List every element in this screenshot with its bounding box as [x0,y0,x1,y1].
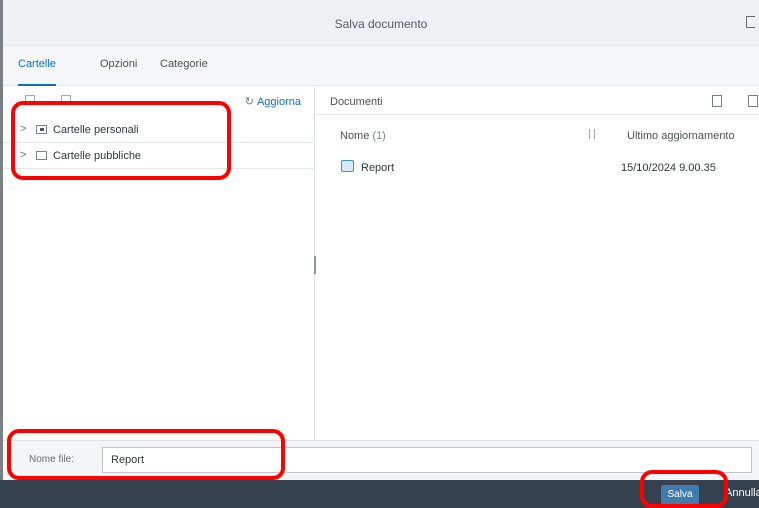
cancel-button[interactable]: Annulla [725,487,759,499]
column-resize-icon[interactable] [589,129,595,139]
filename-bar: Nome file: [3,440,759,480]
report-doc-icon [341,160,354,172]
tab-bar: Cartelle Opzioni Categorie [3,46,759,86]
chevron-right-icon[interactable]: > [20,123,26,135]
chevron-right-icon[interactable]: > [20,149,26,161]
folders-toolbar: ↻ Aggiorna [3,87,315,115]
documents-pane: Documenti Nome (1) Ultimo aggiornamento … [316,87,759,440]
column-name-count: (1) [372,130,386,142]
resize-icon[interactable] [746,16,755,28]
tree-item-label: Cartelle personali [53,124,139,136]
dialog-title: Salva documento [334,17,428,31]
delete-icon[interactable] [61,95,71,105]
column-last-updated[interactable]: Ultimo aggiornamento [627,130,735,142]
tab-opzioni[interactable]: Opzioni [100,58,137,86]
folder-personal-icon [36,125,47,134]
refresh-icon: ↻ [244,96,254,108]
save-button[interactable]: Salva [661,485,699,504]
tree-item-public-folders[interactable]: > Cartelle pubbliche [3,143,315,169]
dialog-titlebar: Salva documento [3,0,759,46]
tree-item-personal-folders[interactable]: > Cartelle personali [3,117,315,143]
document-date: 15/10/2024 9.00.35 [621,162,716,174]
tab-categorie[interactable]: Categorie [160,58,208,86]
column-name-label: Nome [340,130,370,142]
document-search-icon[interactable] [712,95,722,107]
tree-item-label: Cartelle pubbliche [53,150,142,162]
folders-pane: ↻ Aggiorna > Cartelle personali > Cartell… [3,87,315,440]
documents-column-header: Nome (1) Ultimo aggiornamento [316,123,759,147]
dialog-footer: Salva Annulla [0,480,759,508]
list-view-icon[interactable] [748,95,758,107]
tab-cartelle[interactable]: Cartelle [18,58,56,86]
documents-header: Documenti [316,87,759,115]
documents-title: Documenti [330,96,383,108]
document-row[interactable]: Report 15/10/2024 9.00.35 [316,153,759,177]
filename-label: Nome file: [29,454,75,465]
filename-input[interactable] [102,447,752,473]
refresh-button[interactable]: ↻ Aggiorna [245,95,301,108]
document-name: Report [361,162,395,174]
column-name[interactable]: Nome (1) [340,130,386,142]
refresh-label: Aggiorna [256,96,301,108]
new-folder-icon[interactable] [25,95,35,105]
folder-public-icon [36,151,47,160]
